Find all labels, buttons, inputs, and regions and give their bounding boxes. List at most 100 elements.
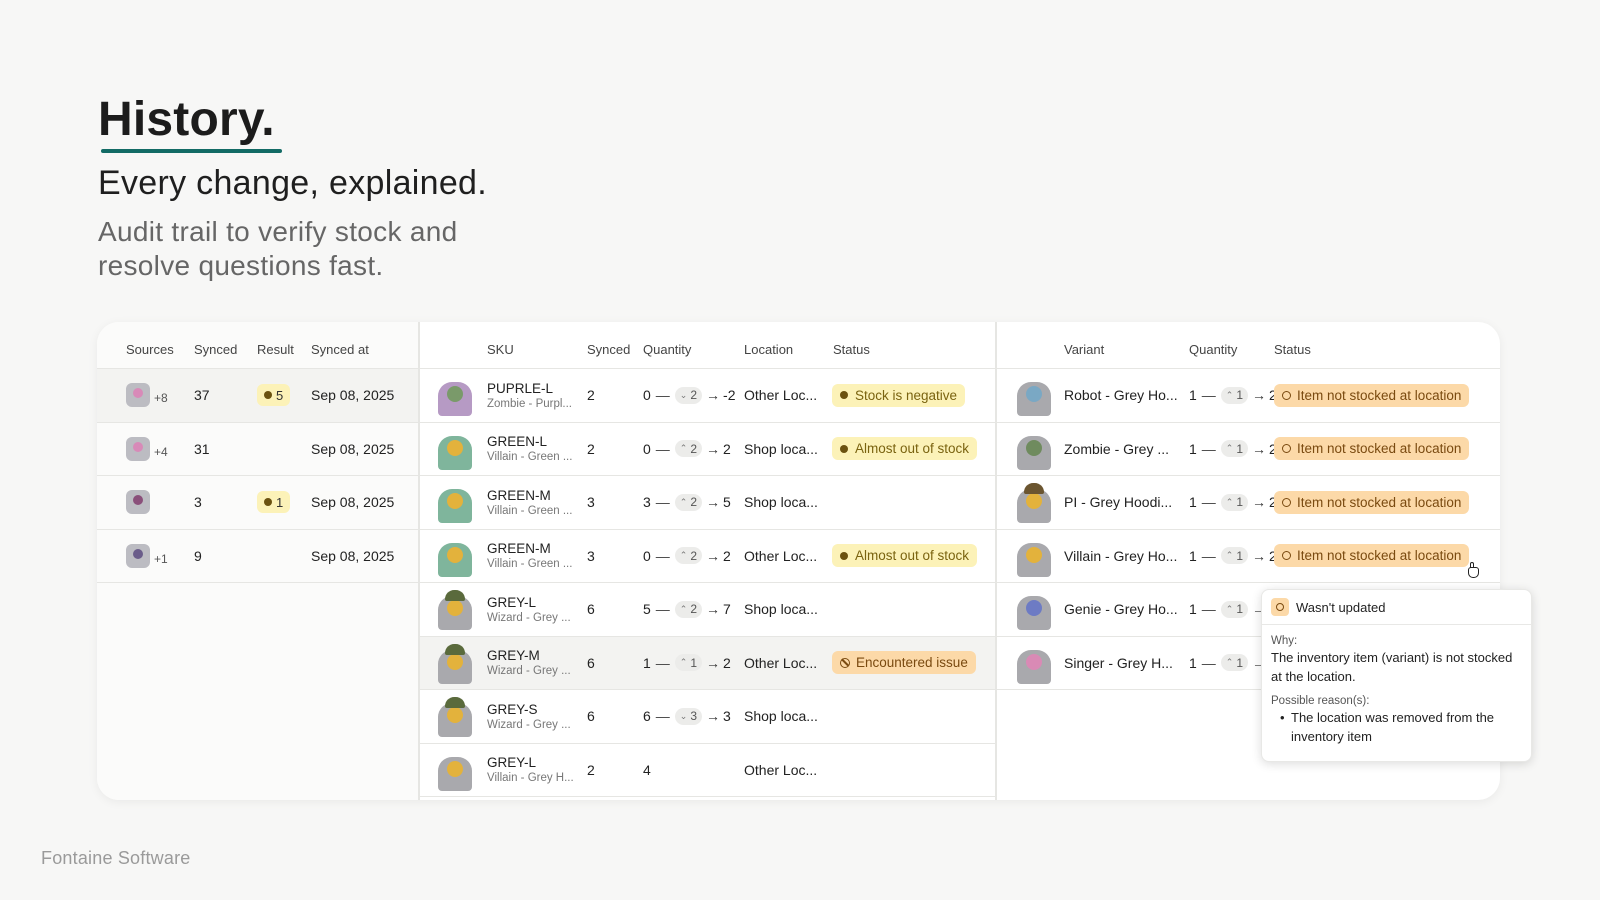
status-badge[interactable]: Stock is negative	[832, 383, 966, 407]
arrow-right-icon: →	[1252, 547, 1267, 564]
dash-icon: —	[1201, 440, 1216, 457]
sync-row[interactable]: +4 31 Sep 08, 2025	[97, 423, 418, 476]
col-sources: Sources	[126, 342, 174, 357]
qty-delta: 1	[1236, 495, 1244, 510]
quantity-change: 3 — ⌃ 2 → 5	[643, 493, 731, 511]
quantity-change: 0 — ⌃ 2 → 2	[643, 547, 731, 565]
qty-from: 3	[643, 494, 651, 511]
status-badge[interactable]: Encountered issue	[832, 651, 976, 675]
dash-icon: —	[655, 601, 670, 618]
qty-to: 7	[723, 601, 731, 618]
title-underline	[101, 149, 282, 153]
sku-variant-name: Villain - Grey H...	[487, 772, 574, 785]
qty-delta: 2	[690, 388, 698, 403]
status-badge[interactable]: Almost out of stock	[832, 544, 978, 568]
status-badge[interactable]: Item not stocked at location	[1274, 490, 1470, 514]
sync-row[interactable]: +8 37 5 Sep 08, 2025	[97, 369, 418, 423]
variant-row[interactable]: PI - Grey Hoodi... 1 — ⌃ 1 → 2 Item not s…	[997, 476, 1500, 530]
variant-name: Genie - Grey Ho...	[1064, 601, 1178, 618]
dash-icon: —	[655, 440, 670, 457]
variant-thumbnail	[1013, 428, 1055, 470]
arrow-right-icon: →	[706, 601, 721, 618]
result-badge[interactable]: 5	[257, 384, 291, 407]
status-badge[interactable]: Item not stocked at location	[1274, 544, 1470, 568]
variant-name: Zombie - Grey ...	[1064, 440, 1170, 457]
dash-icon: —	[1201, 387, 1216, 404]
sync-row[interactable]: 3 1 Sep 08, 2025	[97, 476, 418, 530]
qty-delta-pill: ⌄ 2	[674, 386, 703, 404]
product-thumbnail	[434, 642, 476, 684]
variant-row[interactable]: Robot - Grey Ho... 1 — ⌃ 1 → 2 Item not s…	[997, 369, 1500, 423]
page-title: History.	[98, 93, 275, 146]
qty-from: 1	[1189, 494, 1197, 511]
dash-icon: —	[655, 654, 670, 671]
variant-row[interactable]: Villain - Grey Ho... 1 — ⌃ 1 → 2 Item not…	[997, 530, 1500, 583]
sku-header: SKU Synced Quantity Location Status	[420, 322, 995, 369]
status-badge[interactable]: Item not stocked at location	[1274, 383, 1470, 407]
qty-to: 2	[723, 654, 731, 671]
qty-delta-pill: ⌃ 1	[1220, 547, 1249, 565]
dash-icon: —	[1201, 547, 1216, 564]
status-badge[interactable]: Almost out of stock	[832, 437, 978, 461]
more-sources-count: +4	[154, 444, 168, 459]
status-badge[interactable]: Item not stocked at location	[1274, 437, 1470, 461]
arrow-right-icon: →	[1252, 440, 1267, 457]
sku-synced: 6	[587, 654, 595, 671]
sku-synced: 6	[587, 601, 595, 618]
arrow-right-icon: →	[706, 654, 721, 671]
chevron-up-icon: ⌃	[679, 443, 688, 454]
arrow-right-icon: →	[706, 440, 721, 457]
sku-row[interactable]: GREY-L Wizard - Grey ... 6 5 — ⌃ 2 → 7 Sh…	[420, 583, 995, 637]
product-thumbnail	[434, 481, 476, 524]
chevron-up-icon: ⌃	[1225, 550, 1234, 561]
status-text: Item not stocked at location	[1297, 387, 1462, 403]
quantity-change: 0 — ⌄ 2 → -2	[643, 386, 735, 404]
qty-delta-pill: ⌃ 1	[1220, 600, 1249, 618]
col-synced: Synced	[194, 342, 238, 357]
chevron-down-icon: ⌄	[679, 389, 688, 400]
qty-from: 6	[643, 708, 651, 725]
sku-row[interactable]: GREY-L Villain - Grey H... 2 4 Other Loc…	[420, 744, 995, 797]
quantity-change: 1 — ⌃1 → 2	[643, 654, 731, 672]
qty-delta-pill: ⌃ 1	[1220, 386, 1249, 404]
qty-delta: 2	[690, 495, 698, 510]
product-thumbnail	[434, 374, 476, 417]
qty-from: 4	[643, 761, 651, 778]
product-thumbnail	[434, 535, 476, 577]
arrow-right-icon: →	[1252, 387, 1267, 404]
variant-row[interactable]: Zombie - Grey ... 1 — ⌃ 1 → 2 Item not st…	[997, 423, 1500, 476]
qty-delta-pill: ⌃ 2	[674, 600, 703, 618]
chevron-up-icon: ⌃	[679, 496, 688, 507]
sku-row[interactable]: GREEN-M Villain - Green ... 3 3 — ⌃ 2 → 5…	[420, 476, 995, 530]
qty-delta: 1	[1236, 602, 1244, 617]
status-text: Almost out of stock	[855, 441, 970, 457]
product-thumbnail	[434, 695, 476, 738]
qty-delta-pill: ⌃ 1	[1220, 440, 1249, 458]
sku-row[interactable]: GREEN-M Villain - Green ... 3 0 — ⌃ 2 → 2…	[420, 530, 995, 583]
qty-delta-pill: ⌃ 1	[674, 654, 703, 672]
sku-row[interactable]: PUPRLE-L Zombie - Purpl... 2 0 — ⌄ 2 → -2…	[420, 369, 995, 423]
chevron-up-icon: ⌃	[679, 550, 688, 561]
sku-code: GREEN-L	[487, 434, 548, 450]
sku-code: GREY-M	[487, 648, 540, 664]
page-subtitle: Every change, explained.	[98, 164, 488, 202]
qty-delta: 2	[690, 548, 698, 563]
location-name: Other Loc...	[744, 387, 818, 404]
col-variant: Variant	[1064, 342, 1105, 357]
dash-icon: —	[655, 387, 670, 404]
result-badge[interactable]: 1	[257, 491, 291, 514]
sync-row[interactable]: +1 9 Sep 08, 2025	[97, 530, 418, 583]
col-quantity: Quantity	[643, 342, 692, 357]
qty-from: 1	[643, 654, 651, 671]
quantity-change: 0 — ⌃ 2 → 2	[643, 440, 731, 458]
status-text: Item not stocked at location	[1297, 494, 1462, 510]
ring-icon	[1282, 444, 1291, 454]
quantity-change: 4	[643, 762, 651, 778]
ban-icon	[840, 657, 850, 668]
footer-brand: Fontaine Software	[41, 848, 191, 868]
source-avatar	[126, 383, 150, 408]
sku-row[interactable]: GREY-M Wizard - Grey ... 6 1 — ⌃ 1 → 2 Ot…	[420, 636, 995, 690]
sku-row[interactable]: GREY-S Wizard - Grey ... 6 6 — ⌄ 3 → 3 Sh…	[420, 690, 995, 744]
synced-count: 3	[194, 494, 202, 511]
sku-row[interactable]: GREEN-L Villain - Green ... 2 0 — ⌃ 2 → 2…	[420, 423, 995, 476]
